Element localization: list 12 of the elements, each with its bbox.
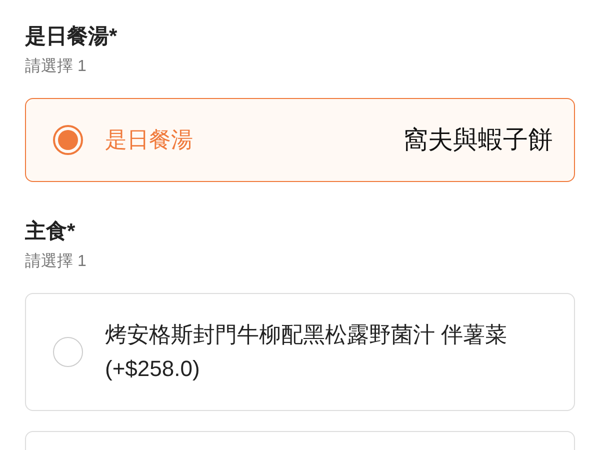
option-price: (+$258.0) <box>105 355 201 383</box>
option-label: 是日餐湯 <box>105 126 193 154</box>
radio-button[interactable] <box>53 337 83 367</box>
option-card[interactable]: 是日餐湯 窩夫與蝦子餅 <box>25 98 575 182</box>
option-label: 烤安格斯封門牛柳配黑松露野菌汁 伴薯菜 <box>105 321 508 349</box>
section-hint: 請選擇 1 <box>25 56 88 77</box>
section-hint: 請選擇 1 <box>25 252 88 272</box>
option-value: 窩夫與蝦子餅 <box>403 125 553 156</box>
radio-button[interactable] <box>53 125 83 155</box>
option-card[interactable]: 烤安格斯封門牛柳配黑松露野菌汁 伴薯菜 (+$258.0) <box>25 293 575 411</box>
section-title: 主食* <box>25 218 76 245</box>
section-title: 是日餐湯* <box>25 24 118 50</box>
